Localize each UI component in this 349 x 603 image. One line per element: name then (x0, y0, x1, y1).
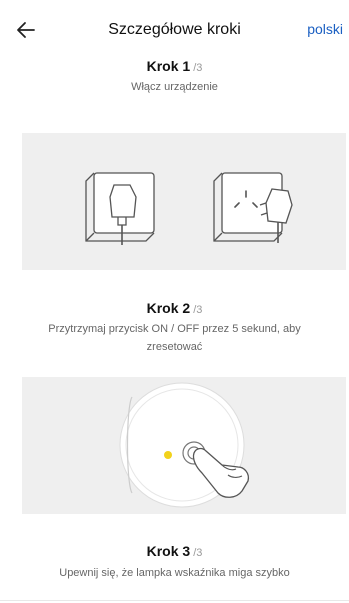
page-title: Szczegółowe kroki (108, 21, 241, 38)
language-selector[interactable]: polski (307, 21, 343, 37)
step-1-illustration (22, 133, 346, 270)
step-2-heading: Krok 2/3 (0, 300, 349, 318)
power-plug-icon (109, 184, 137, 245)
step-1-heading: Krok 1/3 (0, 58, 349, 76)
step-2-total: /3 (193, 304, 203, 316)
divider (0, 600, 349, 601)
step-3-description: Upewnij się, że lampka wskaźnika miga sz… (59, 567, 290, 579)
indicator-light-icon (164, 451, 172, 459)
step-3-heading: Krok 3/3 (0, 543, 349, 561)
step-2-title: Krok 2 (146, 300, 191, 316)
step-3-total: /3 (193, 547, 203, 559)
step-1-title: Krok 1 (146, 58, 191, 74)
step-3-title: Krok 3 (146, 543, 191, 559)
step-2-description: Przytrzymaj przycisk ON / OFF przez 5 se… (48, 323, 301, 353)
step-2-illustration (22, 377, 346, 514)
step-1-total: /3 (193, 62, 203, 74)
top-bar: Szczegółowe kroki polski (0, 0, 349, 56)
step-1-description: Włącz urządzenie (131, 81, 218, 93)
